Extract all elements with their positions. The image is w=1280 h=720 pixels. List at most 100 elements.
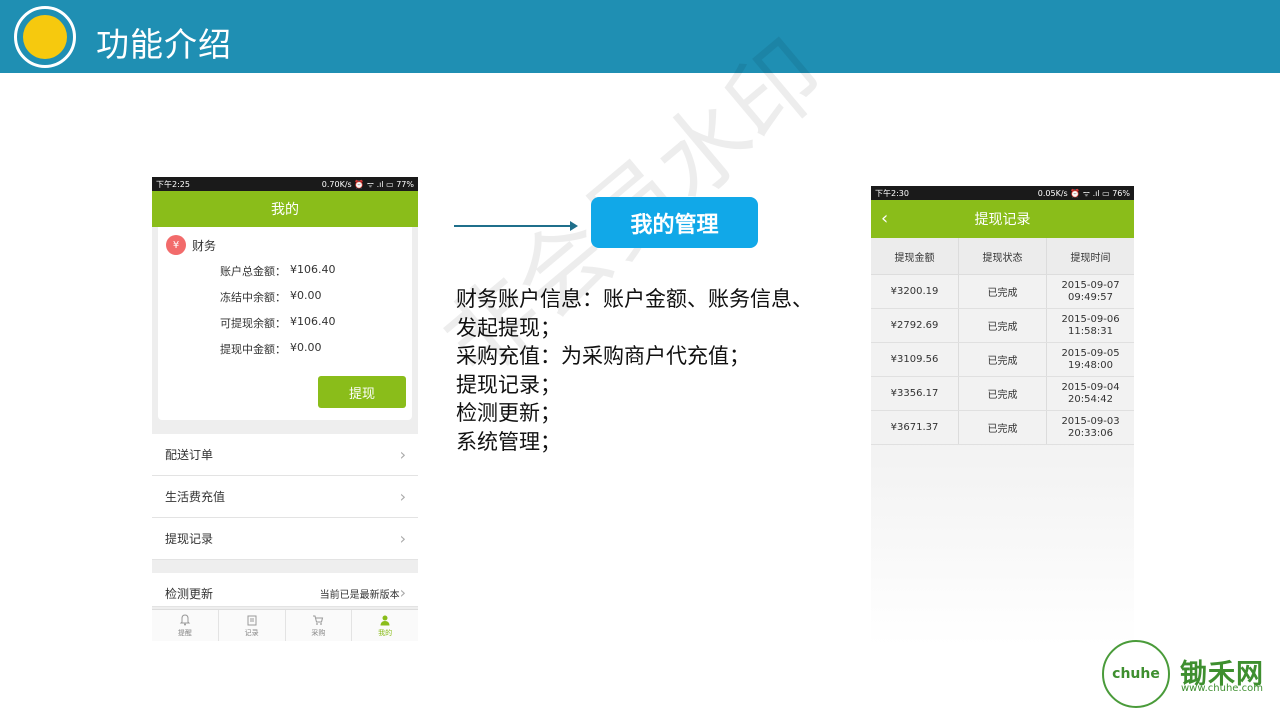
tab-records[interactable]: 记录 xyxy=(219,610,286,641)
tab-purchase[interactable]: 采购 xyxy=(286,610,353,641)
back-arrow-icon[interactable]: ‹ xyxy=(881,208,888,229)
app-title: 我的 xyxy=(271,202,299,218)
withdraw-button[interactable]: 提现 xyxy=(318,376,406,408)
tab-label: 采购 xyxy=(311,628,326,637)
status-cell: 已完成 xyxy=(959,343,1047,376)
table-row[interactable]: ¥3356.17 已完成 2015-09-04 20:54:42 xyxy=(871,377,1134,411)
bell-icon xyxy=(179,613,191,625)
balance-label: 账户总金额： xyxy=(220,265,286,278)
time-text: 09:49:57 xyxy=(1068,291,1113,303)
table-header: 提现金额 提现状态 提现时间 xyxy=(871,238,1134,275)
date-text: 2015-09-04 xyxy=(1061,381,1120,393)
brand-logo-icon: chuhe xyxy=(1102,640,1170,708)
time-cell: 2015-09-06 11:58:31 xyxy=(1047,309,1134,342)
time-text: 11:58:31 xyxy=(1068,325,1113,337)
menu-list: 配送订单 › 生活费充值 › 提现记录 › xyxy=(152,434,418,560)
balance-value: ¥106.40 xyxy=(290,263,336,276)
brand-url: www.chuhe.com xyxy=(1181,683,1263,694)
table-row[interactable]: ¥3109.56 已完成 2015-09-05 19:48:00 xyxy=(871,343,1134,377)
date-text: 2015-09-06 xyxy=(1061,313,1120,325)
my-management-badge: 我的管理 xyxy=(591,197,758,248)
table-row[interactable]: ¥3200.19 已完成 2015-09-07 09:49:57 xyxy=(871,275,1134,309)
amount-cell: ¥3356.17 xyxy=(871,377,959,410)
status-cell: 已完成 xyxy=(959,377,1047,410)
amount-cell: ¥3200.19 xyxy=(871,275,959,308)
user-icon xyxy=(380,615,390,625)
column-header: 提现金额 xyxy=(871,238,959,274)
cart-icon xyxy=(313,615,324,625)
balance-row: 提现中金额： ¥0.00 xyxy=(158,341,412,357)
brand-mark: chuhe xyxy=(1112,666,1160,682)
clipboard-icon xyxy=(247,615,257,625)
menu-item-delivery-orders[interactable]: 配送订单 › xyxy=(152,434,418,476)
yen-icon: ¥ xyxy=(166,235,186,255)
description-line: 系统管理； xyxy=(456,429,561,454)
balance-label: 提现中金额： xyxy=(220,343,286,356)
time-text: 20:54:42 xyxy=(1068,393,1113,405)
chevron-right-icon: › xyxy=(399,529,406,548)
phone-screenshot-profile: 下午2:25 0.70K/s ⏰ ᯤ .ıl ▭ 77% 我的 ¥ 财务 账户总… xyxy=(152,177,418,641)
update-status: 当前已是最新版本 xyxy=(319,590,400,601)
update-label: 检测更新 xyxy=(165,587,214,601)
date-text: 2015-09-07 xyxy=(1061,279,1120,291)
amount-cell: ¥2792.69 xyxy=(871,309,959,342)
tab-label: 我的 xyxy=(378,628,393,637)
chevron-right-icon: › xyxy=(399,583,406,602)
status-cell: 已完成 xyxy=(959,411,1047,444)
description-line: 发起提现； xyxy=(456,315,561,340)
status-time: 下午2:30 xyxy=(875,188,909,198)
description-line: 财务账户信息：账户金额、账务信息、 xyxy=(456,287,813,311)
phone-screenshot-withdraw-records: 下午2:30 0.05K/s ⏰ ᯤ .ıl ▭ 76% ‹ 提现记录 提现金额… xyxy=(871,186,1134,646)
status-time: 下午2:25 xyxy=(156,179,190,189)
header-bar: 功能介绍 xyxy=(0,0,1280,73)
finance-title: 财务 xyxy=(192,238,217,253)
table-row[interactable]: ¥3671.37 已完成 2015-09-03 20:33:06 xyxy=(871,411,1134,445)
balance-row: 冻结中余额： ¥0.00 xyxy=(158,289,412,305)
status-bar: 下午2:25 0.70K/s ⏰ ᯤ .ıl ▭ 77% xyxy=(152,177,418,191)
menu-item-withdraw-records[interactable]: 提现记录 › xyxy=(152,518,418,560)
status-cell: 已完成 xyxy=(959,275,1047,308)
arrow-line xyxy=(454,225,572,227)
table-row[interactable]: ¥2792.69 已完成 2015-09-06 11:58:31 xyxy=(871,309,1134,343)
chevron-right-icon: › xyxy=(399,487,406,506)
menu-item-check-update[interactable]: 检测更新 当前已是最新版本› xyxy=(152,573,418,607)
status-cell: 已完成 xyxy=(959,309,1047,342)
menu-item-label: 配送订单 xyxy=(165,448,214,462)
status-indicators: 0.70K/s ⏰ ᯤ .ıl ▭ 77% xyxy=(321,179,414,189)
balance-value: ¥106.40 xyxy=(290,315,336,328)
tab-mine[interactable]: 我的 xyxy=(352,610,418,641)
amount-cell: ¥3109.56 xyxy=(871,343,959,376)
status-bar: 下午2:30 0.05K/s ⏰ ᯤ .ıl ▭ 76% xyxy=(871,186,1134,200)
chevron-right-icon: › xyxy=(399,445,406,464)
time-text: 19:48:00 xyxy=(1068,359,1113,371)
date-text: 2015-09-05 xyxy=(1061,347,1120,359)
app-title-bar: ‹ 提现记录 xyxy=(871,200,1134,238)
bottom-tab-bar: 提醒 记录 采购 我的 xyxy=(152,609,418,641)
amount-cell: ¥3671.37 xyxy=(871,411,959,444)
update-section: 检测更新 当前已是最新版本› xyxy=(152,573,418,607)
sun-logo-icon xyxy=(14,6,76,68)
app-title-bar: 我的 xyxy=(152,191,418,227)
time-cell: 2015-09-04 20:54:42 xyxy=(1047,377,1134,410)
balance-value: ¥0.00 xyxy=(290,341,322,354)
slide: 功能介绍 非会员水印 下午2:25 0.70K/s ⏰ ᯤ .ıl ▭ 77% … xyxy=(0,0,1280,720)
time-cell: 2015-09-03 20:33:06 xyxy=(1047,411,1134,444)
menu-item-living-recharge[interactable]: 生活费充值 › xyxy=(152,476,418,518)
tab-label: 记录 xyxy=(244,628,259,637)
balance-row: 账户总金额： ¥106.40 xyxy=(158,263,412,279)
time-cell: 2015-09-07 09:49:57 xyxy=(1047,275,1134,308)
description-line: 提现记录； xyxy=(456,372,561,397)
feature-description: 财务账户信息：账户金额、账务信息、 发起提现； 采购充值：为采购商户代充值； 提… xyxy=(456,285,866,456)
balance-row: 可提现余额： ¥106.40 xyxy=(158,315,412,331)
tab-label: 提醒 xyxy=(177,628,192,637)
menu-item-label: 生活费充值 xyxy=(165,490,226,504)
app-title: 提现记录 xyxy=(974,212,1031,228)
tab-remind[interactable]: 提醒 xyxy=(152,610,219,641)
description-line: 采购充值：为采购商户代充值； xyxy=(456,344,750,368)
time-text: 20:33:06 xyxy=(1068,427,1113,439)
status-indicators: 0.05K/s ⏰ ᯤ .ıl ▭ 76% xyxy=(1037,188,1130,198)
menu-item-label: 提现记录 xyxy=(165,532,214,546)
finance-card: ¥ 财务 账户总金额： ¥106.40 冻结中余额： ¥0.00 可提现余额： … xyxy=(158,227,412,420)
column-header: 提现状态 xyxy=(959,238,1047,274)
column-header: 提现时间 xyxy=(1070,252,1111,264)
